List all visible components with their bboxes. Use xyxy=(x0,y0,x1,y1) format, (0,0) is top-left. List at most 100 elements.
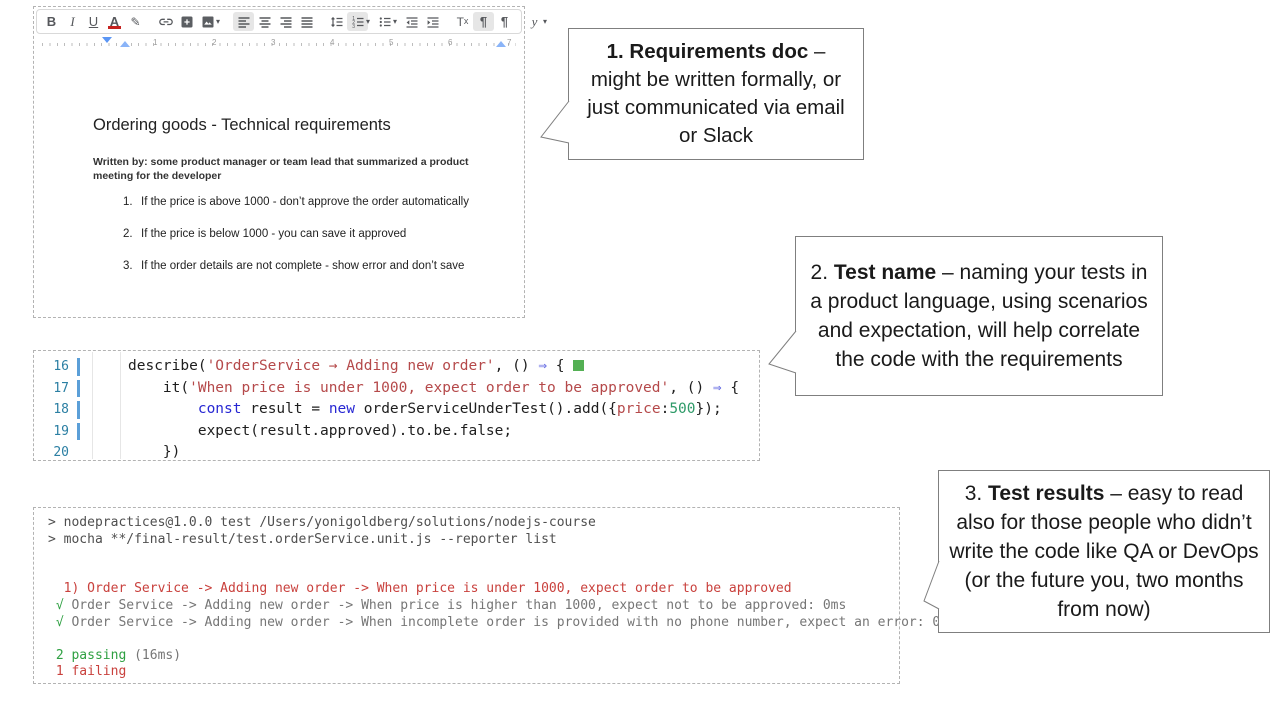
outdent-icon xyxy=(405,15,419,29)
arrow-ligature: ⇒ xyxy=(713,380,722,396)
code-text: expect(result.approved).to.be.false; xyxy=(128,423,512,439)
ruler-number: 3 xyxy=(271,38,275,47)
docs-editor-panel: B I U A ✎ ▾ xyxy=(33,6,525,318)
code-line: describe('OrderService → Adding new orde… xyxy=(128,356,757,378)
code-line: it('When price is under 1000, expect ord… xyxy=(128,378,757,400)
bold-button[interactable]: B xyxy=(41,12,62,31)
line-spacing-button[interactable] xyxy=(326,12,347,31)
ruler-ticks xyxy=(42,43,516,46)
code-string: 'When price is under 1000, expect order … xyxy=(189,380,669,396)
code-text: result = xyxy=(242,401,329,417)
requirements-list: 1. If the price is above 1000 - don’t ap… xyxy=(123,196,469,292)
line-number: 20 xyxy=(34,442,78,464)
increase-indent-button[interactable] xyxy=(422,12,443,31)
align-left-icon xyxy=(237,15,251,29)
line-number: 18 xyxy=(34,399,78,421)
ruler-number: 2 xyxy=(212,38,216,47)
passing-duration: (16ms) xyxy=(126,648,181,663)
requirement-item: 1. If the price is above 1000 - don’t ap… xyxy=(123,196,469,208)
terminal-blank-line xyxy=(48,565,897,582)
left-indent-marker[interactable] xyxy=(120,41,130,47)
code-text: : xyxy=(661,401,670,417)
rtl-paragraph-button[interactable]: ¶ xyxy=(494,12,515,31)
slide: B I U A ✎ ▾ xyxy=(0,0,1280,720)
callout-number: 1. xyxy=(607,40,630,63)
callout-text: 1. Requirements doc – might be written f… xyxy=(579,38,853,150)
bulleted-list-icon xyxy=(378,15,392,29)
align-right-button[interactable] xyxy=(275,12,296,31)
text-color-button[interactable]: A xyxy=(104,12,125,31)
clear-formatting-button[interactable]: Tx xyxy=(452,12,473,31)
passing-summary-line: 2 passing (16ms) xyxy=(48,648,897,665)
right-indent-marker[interactable] xyxy=(496,41,506,47)
callout-tail xyxy=(923,559,940,613)
callout-text: 3. Test results – easy to read also for … xyxy=(947,479,1261,624)
terminal-panel[interactable]: > nodepractices@1.0.0 test /Users/yonigo… xyxy=(33,507,900,684)
numbered-list-button[interactable]: 123 xyxy=(347,12,368,31)
failing-summary-line: 1 failing xyxy=(48,664,897,681)
insert-image-button[interactable] xyxy=(197,12,218,31)
requirement-item: 3. If the order details are not complete… xyxy=(123,260,469,272)
code-text: { xyxy=(722,380,739,396)
align-center-icon xyxy=(258,15,272,29)
align-center-button[interactable] xyxy=(254,12,275,31)
document-page[interactable]: Ordering goods - Technical requirements … xyxy=(36,49,522,315)
line-number-gutter: 16 17 18 19 20 xyxy=(34,356,78,464)
first-line-indent-marker[interactable] xyxy=(102,37,112,43)
code-keyword: const xyxy=(198,401,242,417)
italic-button[interactable]: I xyxy=(62,12,83,31)
check-icon: √ xyxy=(48,598,64,613)
align-left-button[interactable] xyxy=(233,12,254,31)
code-line: }) xyxy=(128,442,757,464)
input-tools-button[interactable]: y xyxy=(524,12,545,31)
callout-test-results: 3. Test results – easy to read also for … xyxy=(938,470,1270,633)
requirement-number: 3. xyxy=(123,260,141,272)
code-text: , () xyxy=(669,380,713,396)
line-number: 17 xyxy=(34,378,78,400)
passing-test-line: √ Order Service -> Adding new order -> W… xyxy=(48,615,897,632)
callout-requirements-doc: 1. Requirements doc – might be written f… xyxy=(568,28,864,160)
bulleted-list-caret[interactable]: ▾ xyxy=(393,17,401,26)
code-text: { xyxy=(547,358,573,374)
callout-number: 2. xyxy=(811,261,834,284)
clear-formatting-x: x xyxy=(464,17,469,26)
align-justify-icon xyxy=(300,15,314,29)
code-line: expect(result.approved).to.be.false; xyxy=(128,421,757,443)
indent-icon xyxy=(426,15,440,29)
link-icon xyxy=(159,15,173,29)
requirement-text: If the price is above 1000 - don’t appro… xyxy=(141,196,469,208)
code-text: describe( xyxy=(128,358,207,374)
callout-text: 2. Test name – naming your tests in a pr… xyxy=(804,258,1154,374)
align-justify-button[interactable] xyxy=(296,12,317,31)
terminal-line: > mocha **/final-result/test.orderServic… xyxy=(48,532,897,549)
ltr-paragraph-button[interactable]: ¶ xyxy=(473,12,494,31)
terminal-blank-line xyxy=(48,631,897,648)
clear-formatting-t: T xyxy=(457,16,464,28)
image-menu-caret[interactable]: ▾ xyxy=(216,17,224,26)
highlight-color-button[interactable]: ✎ xyxy=(125,12,146,31)
underline-button[interactable]: U xyxy=(83,12,104,31)
callout-tail xyxy=(540,99,570,145)
code-keyword: new xyxy=(329,401,355,417)
code-string: 'OrderService → Adding new order' xyxy=(207,358,495,374)
image-icon xyxy=(201,15,215,29)
check-icon: √ xyxy=(48,615,64,630)
decrease-indent-button[interactable] xyxy=(401,12,422,31)
passing-test-line: √ Order Service -> Adding new order -> W… xyxy=(48,598,897,615)
test-run-indicator xyxy=(573,360,584,371)
insert-link-button[interactable] xyxy=(155,12,176,31)
input-tools-caret[interactable]: ▾ xyxy=(543,17,551,26)
code-text: , () xyxy=(495,358,539,374)
callout-test-name: 2. Test name – naming your tests in a pr… xyxy=(795,236,1163,396)
numbered-list-caret[interactable]: ▾ xyxy=(366,17,374,26)
bulleted-list-button[interactable] xyxy=(374,12,395,31)
code-editor-panel[interactable]: 16 17 18 19 20 describe('OrderService → … xyxy=(33,350,760,461)
ruler-number: 4 xyxy=(330,38,334,47)
requirement-item: 2. If the price is below 1000 - you can … xyxy=(123,228,469,240)
indent-guide xyxy=(92,352,93,459)
terminal-line: > nodepractices@1.0.0 test /Users/yonigo… xyxy=(48,515,897,532)
terminal-output: > nodepractices@1.0.0 test /Users/yonigo… xyxy=(48,515,897,681)
code-text: it( xyxy=(128,380,189,396)
add-comment-button[interactable] xyxy=(176,12,197,31)
line-number: 19 xyxy=(34,421,78,443)
